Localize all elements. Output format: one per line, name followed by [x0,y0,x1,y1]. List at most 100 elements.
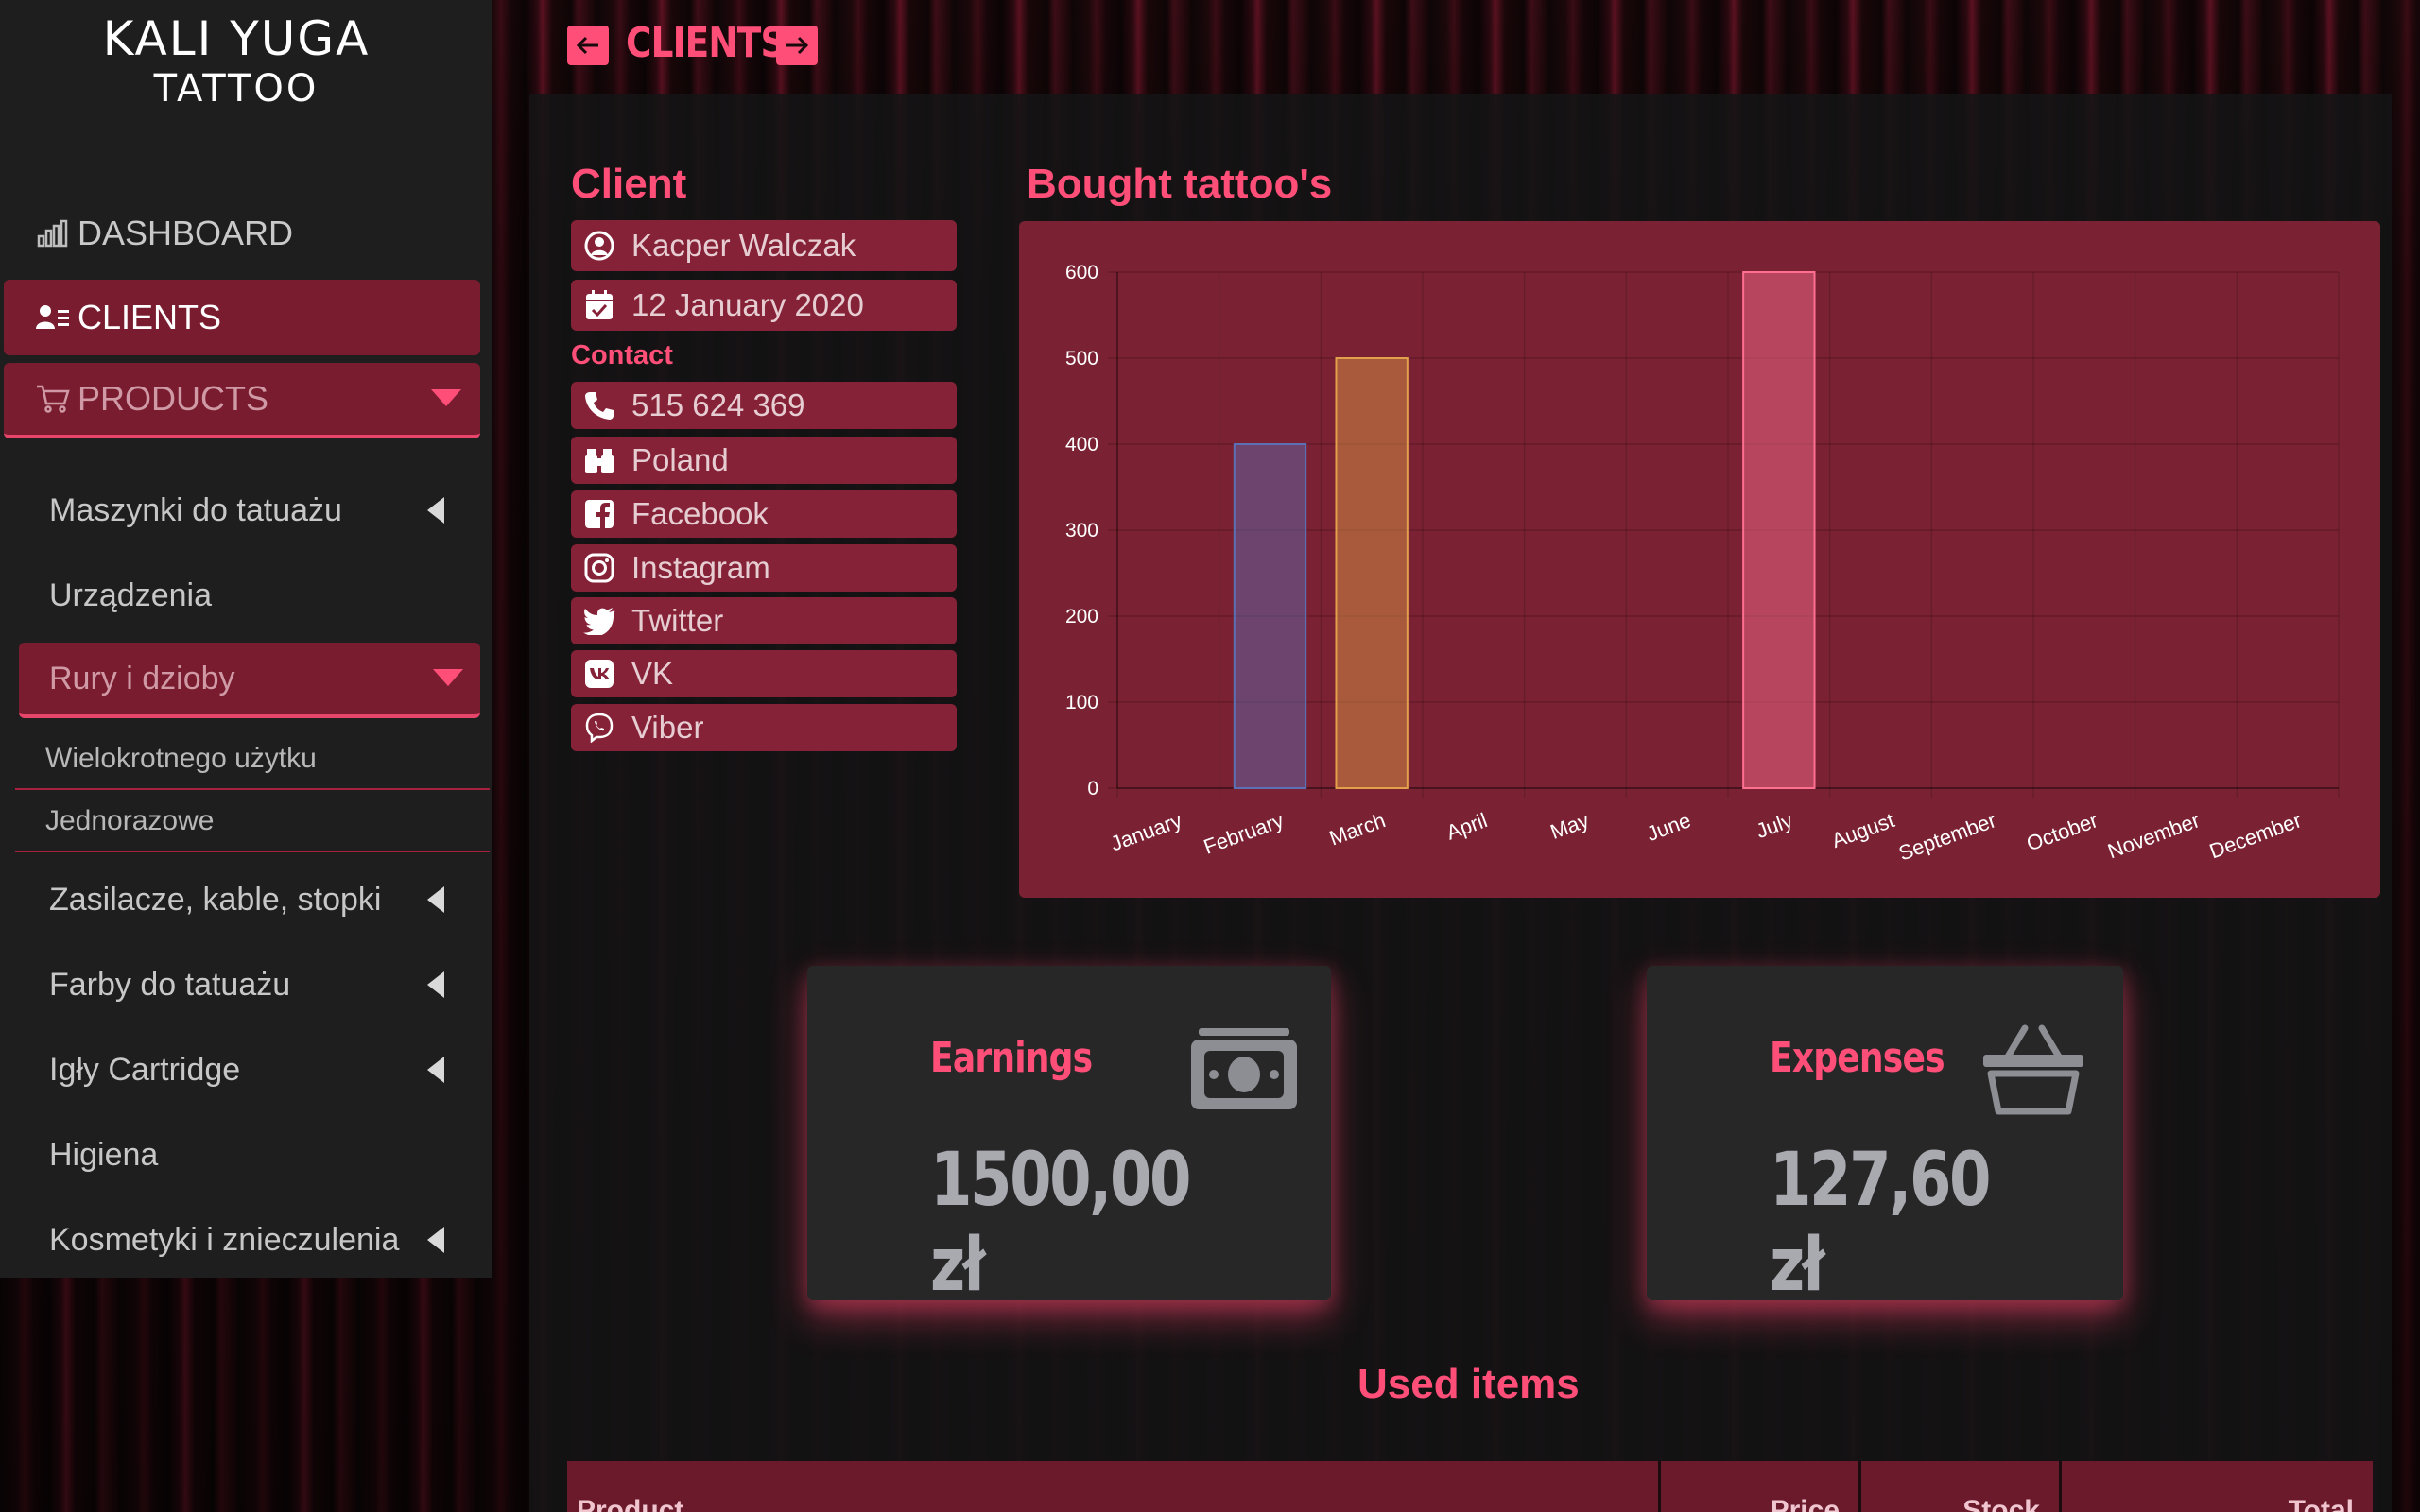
client-date-field: 12 January 2020 [571,280,957,331]
client-date: 12 January 2020 [631,287,864,322]
column-stock[interactable]: Stock [1861,1461,2062,1512]
column-product[interactable]: Product [567,1461,1661,1512]
x-tick-label: December [2206,808,2305,863]
subcategory-wielokrotnego[interactable]: Wielokrotnego użytku [15,730,490,790]
expenses-value: 127,60 zł [1770,1138,1992,1308]
chevron-left-icon [427,1057,444,1083]
contact-twitter[interactable]: Twitter [571,597,957,644]
earnings-label: Earnings [930,1034,1093,1082]
contact-phone-value: 515 624 369 [631,387,805,422]
category-zasilacze[interactable]: Zasilacze, kable, stopki [19,862,480,937]
contact-facebook[interactable]: Facebook [571,490,957,538]
x-tick-label: January [1107,808,1184,855]
brand-logo[interactable]: KALI YUGA TATTOO [0,9,473,110]
bar-february [1233,443,1307,789]
expenses-card: Expenses 127,60 zł [1647,966,2123,1308]
forward-button[interactable] [776,26,818,65]
nav-clients[interactable]: CLIENTS [4,280,480,355]
earnings-card: Earnings 1500,00 zł [807,966,1331,1308]
x-tick-label: June [1643,808,1693,846]
calendar-icon [580,286,618,324]
user-circle-icon [580,227,618,265]
category-igly[interactable]: Igły Cartridge [19,1032,480,1108]
category-kosmetyki[interactable]: Kosmetyki i znieczulenia [19,1202,480,1278]
nav-products[interactable]: PRODUCTS [4,363,480,438]
y-tick-label: 100 [1065,692,1098,713]
subcategory-label: Wielokrotnego użytku [45,743,317,774]
page-title: CLIENTS [626,19,786,67]
contact-facebook-value: Facebook [631,496,769,531]
used-items-title: Used items [1357,1361,1580,1407]
chart-title: Bought tattoo's [1027,161,1333,207]
brand-name: KALI YUGA [102,11,371,66]
category-label: Urządzenia [49,576,212,613]
money-icon [1191,1028,1297,1109]
subcategory-jednorazowe[interactable]: Jednorazowe [15,792,490,852]
category-label: Igły Cartridge [49,1051,241,1088]
facebook-icon [580,495,618,533]
y-tick-label: 200 [1065,606,1098,627]
instagram-icon [580,549,618,587]
client-name: Kacper Walczak [631,228,856,263]
category-label: Maszynki do tatuażu [49,491,342,528]
sidebar: KALI YUGA TATTOO DASHBOARD CLIENTS PRODU… [0,0,492,1278]
y-tick-label: 300 [1065,520,1098,541]
nav-products-label: PRODUCTS [78,379,269,418]
y-tick-label: 500 [1065,348,1098,369]
x-tick-label: September [1895,808,1999,865]
category-label: Zasilacze, kable, stopki [49,881,382,918]
x-tick-label: August [1828,808,1897,852]
category-rury[interactable]: Rury i dzioby [19,643,480,718]
category-farby[interactable]: Farby do tatuażu [19,947,480,1022]
category-label: Higiena [49,1136,159,1173]
bar-chart: 0 100 200 300 400 500 600 January February March A… [1065,262,2340,866]
contact-viber[interactable]: Viber [571,704,957,751]
bar-july [1742,271,1816,789]
user-list-icon [34,301,72,335]
chevron-left-icon [427,886,444,913]
category-label: Farby do tatuażu [49,966,291,1003]
contact-vk[interactable]: VK [571,650,957,697]
chevron-down-icon [433,669,463,686]
x-tick-label: March [1326,808,1389,850]
used-items-table-header: Product Price Stock Total [567,1461,2373,1512]
contact-country-value: Poland [631,442,729,477]
category-label: Rury i dzioby [49,660,235,696]
viber-icon [580,709,618,747]
contact-label: Contact [571,340,673,370]
category-urzadzenia[interactable]: Urządzenia [19,558,480,633]
contact-phone[interactable]: 515 624 369 [571,382,957,429]
chevron-left-icon [427,497,444,524]
basket-icon [1983,1024,2083,1115]
contact-country: Poland [571,437,957,484]
x-tick-label: February [1201,808,1287,859]
expenses-label: Expenses [1770,1034,1945,1082]
contact-instagram[interactable]: Instagram [571,544,957,592]
back-button[interactable] [567,26,609,65]
phone-icon [580,387,618,424]
subcategory-label: Jednorazowe [45,805,215,836]
chevron-left-icon [427,1227,444,1253]
column-total[interactable]: Total [2062,1461,2373,1512]
category-label: Kosmetyki i znieczulenia [49,1221,400,1258]
client-name-field: Kacper Walczak [571,220,957,271]
column-price[interactable]: Price [1661,1461,1861,1512]
y-tick-label: 0 [1087,778,1098,799]
x-tick-label: October [2023,808,2100,855]
y-tick-label: 400 [1065,434,1098,455]
category-higiena[interactable]: Higiena [19,1117,480,1193]
nav-dashboard-label: DASHBOARD [78,214,294,252]
bar-chart-icon [34,216,72,250]
brand-subtitle: TATTOO [153,67,320,111]
x-tick-label: April [1443,808,1491,845]
bar-march [1335,357,1409,789]
x-tick-label: July [1753,808,1795,843]
category-maszynki[interactable]: Maszynki do tatuażu [19,472,480,548]
earnings-value: 1500,00 zł [930,1138,1192,1308]
chevron-down-icon [431,389,461,406]
contact-viber-value: Viber [631,710,704,745]
contact-vk-value: VK [631,656,674,691]
arrow-right-icon [786,36,809,55]
nav-dashboard[interactable]: DASHBOARD [4,196,480,271]
client-section-title: Client [571,161,687,207]
